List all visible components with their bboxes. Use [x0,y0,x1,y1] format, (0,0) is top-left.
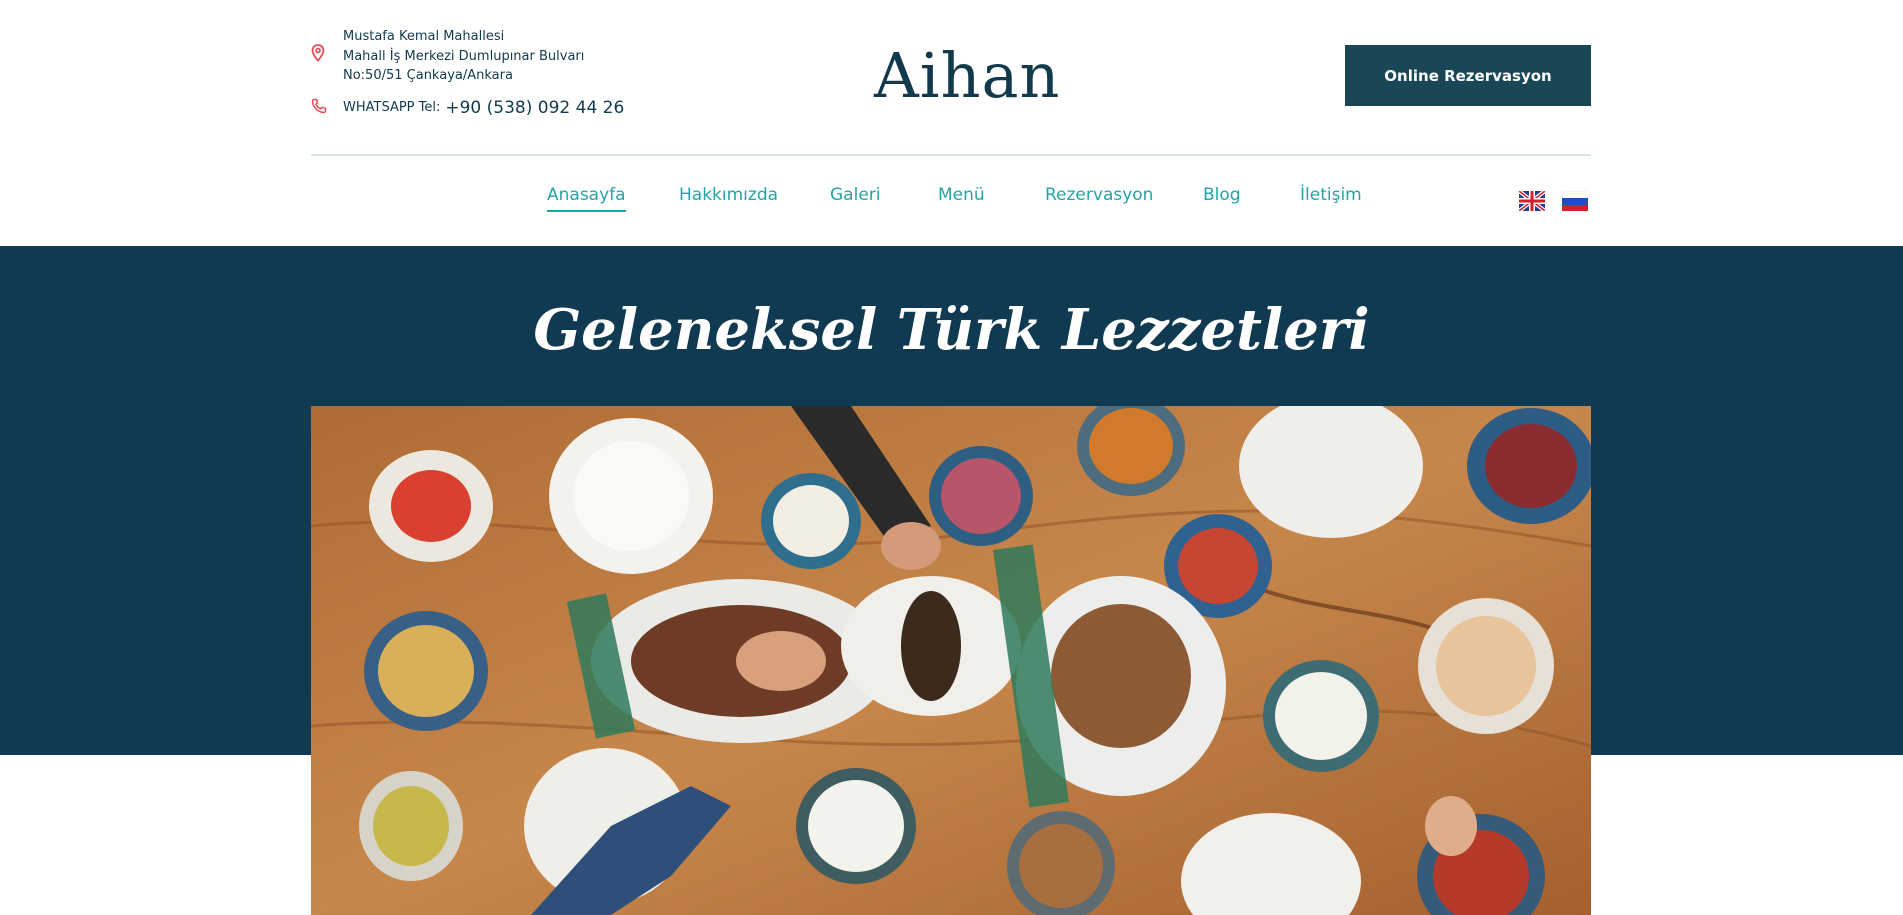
address-line: No:50/51 Çankaya/Ankara [343,68,513,83]
main-nav: Anasayfa Hakkımızda Galeri Menü Rezervas… [0,185,1903,217]
nav-item-about[interactable]: Hakkımızda [679,185,778,210]
contact-info: Mustafa Kemal Mahallesi Mahall İş Merkez… [311,27,631,118]
nav-item-blog[interactable]: Blog [1203,185,1241,210]
address-lines: Mustafa Kemal Mahallesi Mahall İş Merkez… [343,27,584,86]
hero-food-photo [311,406,1591,915]
phone-icon [311,98,331,118]
address-line: Mustafa Kemal Mahallesi [343,29,505,44]
address-block: Mustafa Kemal Mahallesi Mahall İş Merkez… [311,27,631,86]
logo-text: Aihan [874,39,1061,112]
site-header: Mustafa Kemal Mahallesi Mahall İş Merkez… [0,0,1903,246]
language-switcher [1517,189,1589,213]
address-line: Mahall İş Merkezi Dumlupınar Bulvarı [343,48,585,64]
nav-item-contact[interactable]: İletişim [1300,185,1362,210]
nav-item-gallery[interactable]: Galeri [830,185,881,210]
phone-block: WHATSAPP Tel: +90 (538) 092 44 26 [311,98,631,118]
nav-item-reservation[interactable]: Rezervasyon [1045,185,1153,210]
nav-item-home[interactable]: Anasayfa [547,185,626,212]
map-pin-icon [311,44,331,66]
online-reservation-button[interactable]: Online Rezervasyon [1345,45,1591,106]
logo[interactable]: Aihan [874,40,1060,112]
hero-title: Geleneksel Türk Lezzetleri [533,297,1370,363]
phone-label: WHATSAPP Tel: [343,100,441,115]
uk-flag-icon[interactable] [1517,189,1547,213]
ru-flag-icon[interactable] [1561,190,1589,211]
nav-item-menu[interactable]: Menü [938,185,985,210]
phone-number-link[interactable]: +90 (538) 092 44 26 [445,98,624,118]
header-divider [311,154,1591,156]
